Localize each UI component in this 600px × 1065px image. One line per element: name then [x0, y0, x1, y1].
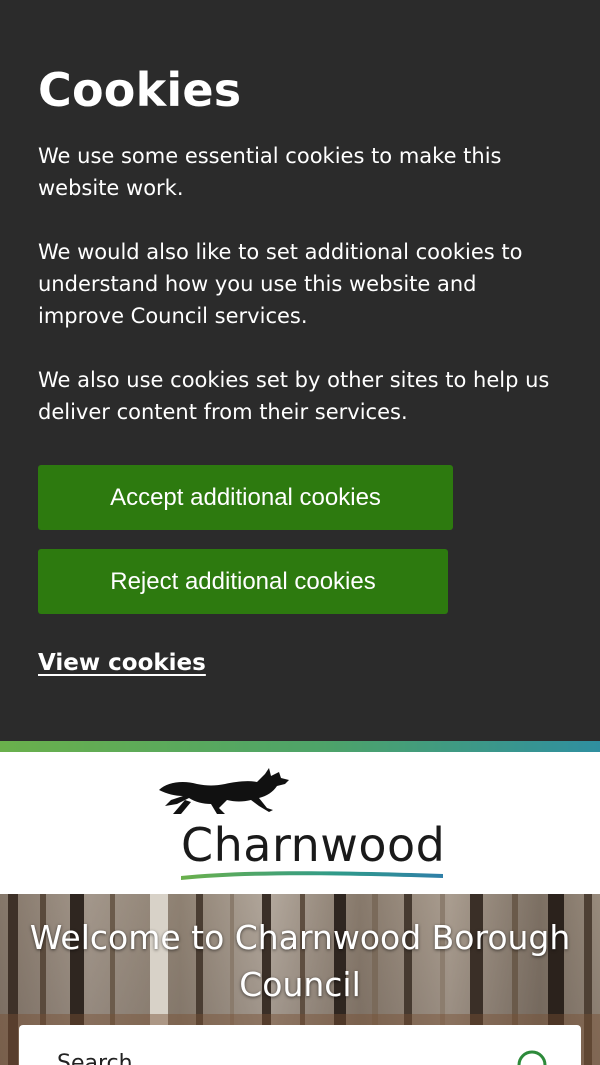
cookie-title: Cookies [38, 63, 242, 117]
cookie-banner: Cookies We use some essential cookies to… [0, 0, 600, 741]
charnwood-logo[interactable]: Charnwood [155, 764, 450, 884]
logo-wordmark: Charnwood [181, 818, 446, 872]
reject-cookies-button[interactable]: Reject additional cookies [38, 549, 448, 614]
search-bar[interactable]: Search [19, 1025, 581, 1065]
accept-cookies-button[interactable]: Accept additional cookies [38, 465, 453, 530]
cookie-paragraph-third-party: We also use cookies set by other sites t… [38, 368, 550, 424]
fox-icon [159, 768, 289, 814]
view-cookies-link[interactable]: View cookies [38, 650, 206, 676]
site-header: Charnwood [0, 752, 600, 894]
hero-banner: Welcome to Charnwood Borough Council Sea… [0, 894, 600, 1065]
accent-gradient-bar [0, 741, 600, 752]
logo-swoosh [181, 871, 443, 880]
search-icon[interactable] [516, 1049, 552, 1065]
cookie-paragraph-essential: We use some essential cookies to make th… [38, 144, 502, 200]
search-input[interactable]: Search [57, 1051, 133, 1065]
cookie-paragraph-additional: We would also like to set additional coo… [38, 240, 523, 328]
hero-title: Welcome to Charnwood Borough Council [29, 918, 571, 1004]
